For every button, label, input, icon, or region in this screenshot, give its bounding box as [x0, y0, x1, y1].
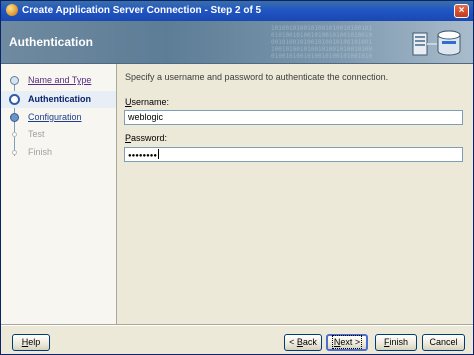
- back-button[interactable]: < Back: [284, 334, 322, 351]
- password-field[interactable]: ●●●●●●●●: [124, 147, 463, 162]
- train-step-label: Test: [28, 129, 45, 139]
- server-database-icon: [412, 30, 461, 56]
- disabled-step-icon: [12, 132, 17, 137]
- username-field[interactable]: weblogic: [124, 110, 463, 125]
- help-button[interactable]: Help: [12, 334, 50, 351]
- train-step-label: Configuration: [28, 112, 82, 122]
- password-label-text: assword:: [131, 133, 168, 143]
- app-icon: [6, 4, 18, 16]
- username-label: Username:: [125, 97, 169, 107]
- train-step-label: Name and Type: [28, 75, 92, 85]
- train-step-label: Authentication: [28, 94, 91, 104]
- train-step-finish: Finish: [1, 144, 116, 161]
- username-value: weblogic: [128, 112, 164, 122]
- disabled-step-icon: [12, 150, 17, 155]
- footer-divider: [1, 324, 473, 326]
- finish-label: inish: [389, 337, 408, 347]
- banner-decoration: 1010010100101001010010100101 01010010100…: [271, 25, 373, 59]
- train-step-label: Finish: [28, 147, 53, 157]
- instructions-text: Specify a username and password to authe…: [125, 72, 389, 82]
- next-focus: Next >: [331, 335, 363, 349]
- help-label: elp: [28, 337, 41, 347]
- train-step-configuration[interactable]: Configuration: [1, 109, 116, 126]
- title-bar[interactable]: Create Application Server Connection - S…: [1, 1, 473, 21]
- next-label: ext >: [340, 337, 361, 347]
- train-step-authentication: Authentication: [1, 91, 116, 108]
- train-step-name-and-type[interactable]: Name and Type: [1, 72, 116, 89]
- password-value: ●●●●●●●●: [128, 153, 157, 159]
- next-button[interactable]: Next >: [326, 334, 368, 351]
- cancel-button[interactable]: Cancel: [422, 334, 465, 351]
- current-step-icon: [9, 94, 20, 105]
- next-step-icon: [10, 113, 19, 122]
- wizard-train: Name and Type Authentication Configurati…: [1, 64, 117, 324]
- back-prefix: <: [289, 337, 297, 347]
- visited-step-icon: [10, 76, 19, 85]
- window-title: Create Application Server Connection - S…: [22, 5, 262, 16]
- train-step-test: Test: [1, 126, 116, 143]
- page-title: Authentication: [9, 35, 93, 49]
- password-label: Password:: [125, 133, 167, 143]
- text-caret: [158, 149, 159, 159]
- content-panel: Specify a username and password to authe…: [117, 64, 473, 324]
- back-label: ack: [302, 337, 317, 347]
- header-banner: Authentication 1010010100101001010010100…: [1, 21, 473, 64]
- dialog-window: Create Application Server Connection - S…: [0, 0, 474, 355]
- finish-button[interactable]: Finish: [375, 334, 417, 351]
- close-button[interactable]: ×: [454, 4, 469, 18]
- username-label-text: sername:: [131, 97, 170, 107]
